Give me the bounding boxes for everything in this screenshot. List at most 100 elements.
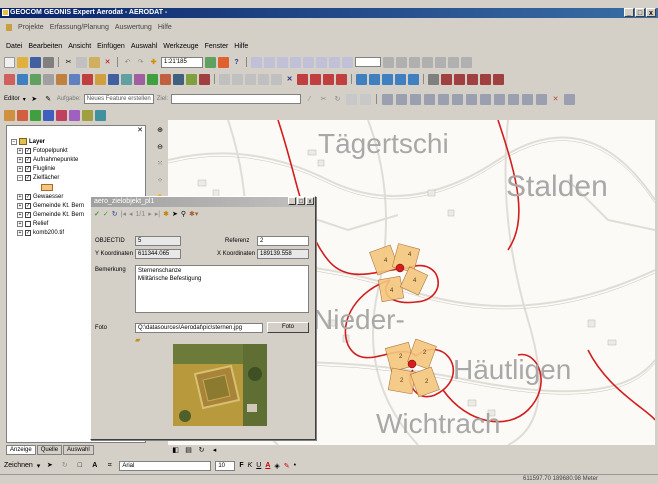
settings-gear-icon[interactable]: ✱ [163, 210, 169, 218]
geonis-tool-27[interactable] [356, 73, 367, 85]
tool-icon-a[interactable] [251, 56, 262, 68]
tool-icon-n[interactable] [448, 56, 459, 68]
open-folder-icon[interactable] [17, 56, 28, 68]
menu-werkzeuge[interactable]: Werkzeuge [163, 43, 198, 50]
add-data-icon[interactable]: ✚ [148, 57, 159, 68]
toc-layer[interactable]: + ✓ Gemeinde Kt. Bern [17, 212, 84, 218]
tool-icon-j[interactable] [396, 56, 407, 68]
apply-check-icon[interactable]: ✓ [94, 210, 100, 218]
geonis-tool-8[interactable] [95, 73, 106, 85]
scale-input[interactable]: 1:21'185 [161, 56, 203, 68]
geonis-tool-32[interactable] [428, 73, 439, 85]
previous-record-icon[interactable]: ◂ [129, 210, 133, 218]
edit-tool-1[interactable] [382, 93, 394, 105]
edit-tool-3[interactable] [410, 93, 422, 105]
aerodat-tool-1[interactable] [4, 109, 15, 121]
tool-icon-f[interactable] [316, 56, 327, 68]
toc-layer[interactable]: + ✓ Gemeinde Kt. Bern [17, 203, 84, 209]
tool-icon-b[interactable] [264, 56, 275, 68]
fixed-zoom-in-icon[interactable]: ⁙ [155, 159, 166, 170]
edit-tool-8[interactable] [480, 93, 492, 105]
new-document-icon[interactable] [4, 56, 15, 68]
geonis-tool-21[interactable] [271, 73, 282, 85]
toc-root[interactable]: − Layer [11, 138, 45, 145]
geonis-tool-15[interactable] [186, 73, 197, 85]
font-size-select[interactable]: 10 [215, 460, 236, 471]
scroll-left-icon[interactable]: ◂ [209, 445, 220, 456]
sketch-tool-icon[interactable]: ⁄ [304, 94, 315, 105]
geonis-tool-26[interactable] [336, 73, 347, 85]
edit-tool-11[interactable] [522, 93, 534, 105]
last-record-icon[interactable]: ▸| [155, 210, 160, 218]
rotate-icon[interactable]: ↻ [59, 460, 70, 471]
editor-dropdown-arrow[interactable]: ▾ [23, 96, 26, 103]
tool-icon-k[interactable] [409, 56, 420, 68]
edit-tool-14[interactable] [564, 93, 576, 105]
geonis-tool-4[interactable] [43, 73, 54, 85]
print-icon[interactable] [43, 56, 54, 68]
layer-checkbox[interactable]: ✓ [25, 212, 31, 218]
edit-tool-10[interactable] [508, 93, 520, 105]
first-record-icon[interactable]: |◂ [121, 210, 126, 218]
edit-tool-4[interactable] [424, 93, 436, 105]
aerodat-tool-4[interactable] [43, 109, 54, 121]
tool-icon-c[interactable] [277, 56, 288, 68]
aerodat-tool-5[interactable] [56, 109, 67, 121]
expand-icon[interactable]: + [17, 203, 23, 209]
toc-layer[interactable]: + ✓ Fluglinie [17, 166, 55, 172]
data-view-icon[interactable]: ◧ [170, 445, 181, 456]
save-icon[interactable] [30, 56, 41, 68]
layer-checkbox[interactable]: ✓ [25, 166, 31, 172]
layer-checkbox[interactable]: ✓ [25, 203, 31, 209]
zoom-in-icon[interactable]: ⊕ [155, 125, 166, 136]
menu-ansicht[interactable]: Ansicht [68, 43, 91, 50]
text-tool-icon[interactable]: A [89, 460, 100, 471]
tool-icon-g[interactable] [329, 56, 340, 68]
geonis-tool-37[interactable] [493, 73, 504, 85]
layer-checkbox[interactable]: ✓ [25, 148, 31, 154]
drawing-dropdown-arrow[interactable]: ▾ [37, 462, 41, 470]
split-tool-icon[interactable]: ✂ [318, 94, 329, 105]
layout-view-icon[interactable]: ▤ [183, 445, 194, 456]
geonis-tool-22[interactable]: ✕ [284, 74, 295, 85]
geonis-tool-3[interactable] [30, 73, 41, 85]
redo-icon[interactable]: ↷ [135, 57, 146, 68]
geonis-tool-24[interactable] [310, 73, 321, 85]
tool-icon-l[interactable] [422, 56, 433, 68]
rotate-tool-icon[interactable]: ↻ [332, 94, 343, 105]
rectangle-icon[interactable]: □ [74, 460, 85, 471]
tab-quelle[interactable]: Quelle [36, 445, 63, 455]
dialog-close-button[interactable]: x [306, 197, 314, 205]
select-pointer-icon[interactable]: ➤ [172, 210, 178, 218]
geonis-tool-5[interactable] [56, 73, 67, 85]
menu-datei[interactable]: Datei [6, 43, 22, 50]
tool-icon-d[interactable] [290, 56, 301, 68]
edit-pointer-icon[interactable]: ➤ [29, 94, 40, 105]
expand-icon[interactable]: + [17, 194, 23, 200]
drawing-menu[interactable]: Zeichnen [4, 462, 33, 469]
y-coordinate-field[interactable]: 611344.065 [135, 249, 181, 259]
tool-icon-i[interactable] [383, 56, 394, 68]
toc-close-icon[interactable]: ✕ [137, 126, 143, 134]
geonis-tool-17[interactable] [219, 73, 230, 85]
expand-icon[interactable]: + [17, 212, 23, 218]
bold-button[interactable]: F [239, 462, 243, 469]
line-color-icon[interactable]: ✎ [284, 462, 290, 470]
select-elements-icon[interactable]: ➤ [44, 460, 55, 471]
whats-this-icon[interactable]: ? [231, 57, 242, 68]
menu-auswahl[interactable]: Auswahl [131, 43, 157, 50]
edit-tool-2[interactable] [396, 93, 408, 105]
objectid-field[interactable]: 5 [135, 236, 181, 246]
toc-layer[interactable]: + ✓ Fotopelpunkt [17, 148, 68, 154]
edit-tool-9[interactable] [494, 93, 506, 105]
delete-icon[interactable]: ✕ [102, 57, 113, 68]
cut-icon[interactable]: ✂ [63, 57, 74, 68]
geonis-tool-30[interactable] [395, 73, 406, 85]
toc-layer[interactable]: + Relief [17, 221, 48, 227]
geonis-tool-1[interactable] [4, 73, 15, 85]
tool-icon-h[interactable] [342, 56, 353, 68]
edit-tool-7[interactable] [466, 93, 478, 105]
tool-icon-m[interactable] [435, 56, 446, 68]
aerodat-tool-2[interactable] [17, 109, 28, 121]
italic-button[interactable]: K [248, 462, 253, 469]
